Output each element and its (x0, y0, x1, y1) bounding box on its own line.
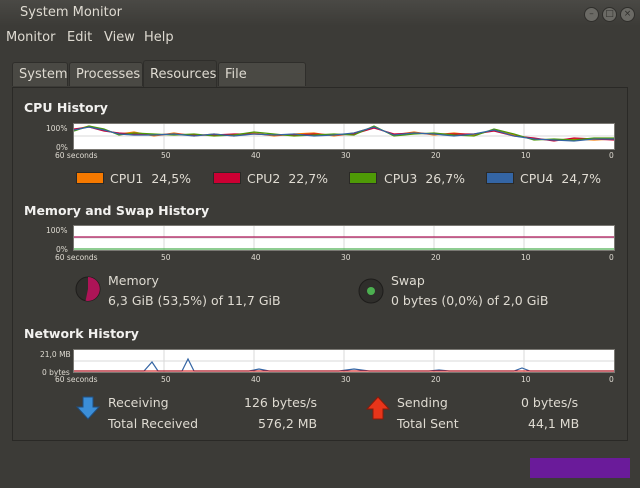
cpu4-label: CPU4 24,7% (520, 171, 602, 186)
sending-label: Sending (397, 395, 448, 410)
net-x-50: 50 (161, 375, 171, 384)
network-history-title: Network History (24, 326, 139, 341)
receiving-value: 126 bytes/s (244, 395, 317, 410)
tab-resources[interactable]: Resources (143, 60, 217, 88)
net-x-30: 30 (341, 375, 351, 384)
sending-arrow-icon[interactable] (366, 396, 390, 420)
status-indicator (530, 458, 630, 478)
cpu-x-60: 60 seconds (55, 151, 98, 160)
menu-help[interactable]: Help (144, 30, 174, 45)
cpu-x-40: 40 (251, 151, 261, 160)
memory-graph-lines (74, 226, 614, 250)
cpu2-color-swatch[interactable] (213, 172, 241, 184)
net-x-40: 40 (251, 375, 261, 384)
tab-processes[interactable]: Processes (69, 62, 143, 86)
network-graph (73, 349, 615, 373)
network-graph-lines (74, 350, 614, 372)
window-title: System Monitor (20, 5, 123, 20)
cpu1-color-swatch[interactable] (76, 172, 104, 184)
swap-value: 0 bytes (0,0%) of 2,0 GiB (391, 293, 549, 308)
cpu1-label: CPU1 24,5% (110, 171, 192, 186)
memory-history-title: Memory and Swap History (24, 203, 210, 218)
net-y-top-label: 21,0 MB (40, 350, 71, 359)
menu-edit[interactable]: Edit (67, 30, 92, 45)
cpu4-color-swatch[interactable] (486, 172, 514, 184)
net-x-20: 20 (431, 375, 441, 384)
total-received-label: Total Received (108, 416, 199, 431)
swap-label: Swap (391, 273, 425, 288)
cpu-x-50: 50 (161, 151, 171, 160)
cpu-x-10: 10 (521, 151, 531, 160)
total-received-value: 576,2 MB (258, 416, 318, 431)
net-x-10: 10 (521, 375, 531, 384)
total-sent-value: 44,1 MB (528, 416, 580, 431)
cpu3-color-swatch[interactable] (349, 172, 377, 184)
total-sent-label: Total Sent (397, 416, 459, 431)
net-x-0: 0 (609, 375, 614, 384)
mem-x-20: 20 (431, 253, 441, 262)
mem-x-60: 60 seconds (55, 253, 98, 262)
cpu3-label: CPU3 26,7% (384, 171, 466, 186)
mem-y-top-label: 100% (46, 226, 68, 235)
cpu-graph-lines (73, 124, 615, 149)
minimize-icon[interactable]: – (584, 7, 599, 22)
receiving-arrow-icon[interactable] (76, 396, 100, 420)
mem-x-50: 50 (161, 253, 171, 262)
cpu-x-30: 30 (341, 151, 351, 160)
sending-value: 0 bytes/s (521, 395, 579, 410)
tab-system[interactable]: System (12, 62, 68, 86)
tab-file-systems[interactable]: File Systems (218, 62, 306, 106)
receiving-label: Receiving (108, 395, 169, 410)
memory-pie-icon[interactable] (75, 276, 101, 302)
menu-bar: Monitor Edit View Help (0, 27, 640, 49)
net-x-60: 60 seconds (55, 375, 98, 384)
title-bar: System Monitor – □ × (0, 0, 640, 26)
mem-x-10: 10 (521, 253, 531, 262)
menu-view[interactable]: View (104, 30, 135, 45)
memory-label: Memory (108, 273, 159, 288)
memory-graph (73, 225, 615, 251)
mem-x-40: 40 (251, 253, 261, 262)
cpu-x-20: 20 (431, 151, 441, 160)
mem-x-0: 0 (609, 253, 614, 262)
memory-value: 6,3 GiB (53,5%) of 11,7 GiB (108, 293, 281, 308)
cpu-x-0: 0 (609, 151, 614, 160)
close-icon[interactable]: × (620, 7, 635, 22)
menu-monitor[interactable]: Monitor (6, 30, 55, 45)
cpu-history-title: CPU History (24, 100, 108, 115)
swap-pie-icon[interactable] (358, 278, 384, 304)
mem-x-30: 30 (341, 253, 351, 262)
cpu-y-top-label: 100% (46, 124, 68, 133)
cpu-graph (73, 123, 615, 150)
cpu2-label: CPU2 22,7% (247, 171, 329, 186)
maximize-icon[interactable]: □ (602, 7, 617, 22)
